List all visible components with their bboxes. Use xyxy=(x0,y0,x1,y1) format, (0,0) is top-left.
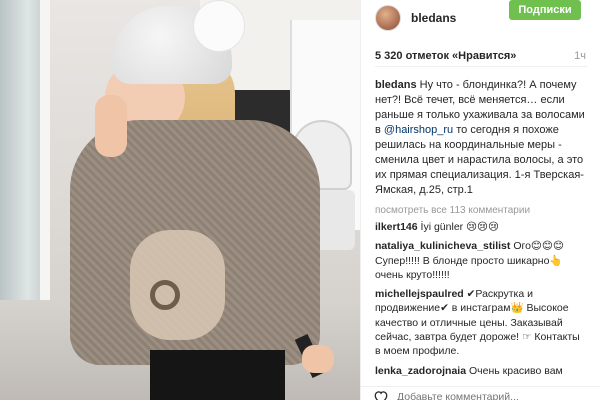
view-all-comments-link[interactable]: посмотреть все 113 комментарии xyxy=(375,205,530,216)
comment-username[interactable]: michellejspaulred xyxy=(375,288,464,300)
divider xyxy=(375,66,587,67)
comment-text: İyi günler 😢😢😢 xyxy=(420,221,499,233)
add-comment-input[interactable] xyxy=(397,390,587,400)
hat-pompom xyxy=(193,0,245,52)
heart-icon[interactable] xyxy=(373,390,389,400)
hand-with-lipstick xyxy=(95,95,127,157)
avatar[interactable] xyxy=(375,5,401,31)
post-photo[interactable] xyxy=(0,0,360,400)
comment-bar xyxy=(361,386,600,400)
leggings xyxy=(150,350,285,400)
comment-item: ilkert146 İyi günler 😢😢😢 xyxy=(375,220,587,234)
sweater-motif xyxy=(130,230,225,340)
follow-button[interactable]: Подписки xyxy=(509,0,581,20)
sweater-motif-eye xyxy=(150,280,180,310)
likes-count[interactable]: 5 320 отметок «Нравится» xyxy=(375,50,587,62)
post-time[interactable]: 1ч xyxy=(574,50,586,62)
comment-text: Очень красиво вам xyxy=(468,364,563,377)
comment-username[interactable]: ilkert146 xyxy=(375,221,418,233)
comments-list: ilkert146 İyi günler 😢😢😢 nataliya_kulini… xyxy=(375,220,587,383)
post-caption: bledans Ну что - блондинка?! А почему не… xyxy=(375,78,587,198)
post-sidebar: bledans Подписки 5 320 отметок «Нравится… xyxy=(360,0,600,400)
hand-with-phone xyxy=(302,345,334,373)
comment-item: nataliya_kulinicheva_stilist Ого😊😊😊 Супе… xyxy=(375,239,587,282)
comment-username[interactable]: lenka_zadorojnaia xyxy=(375,365,466,377)
comment-username[interactable]: nataliya_kulinicheva_stilist xyxy=(375,240,510,252)
caption-mention-link[interactable]: @hairshop_ru xyxy=(384,124,453,136)
post-header: bledans Подписки xyxy=(361,0,600,36)
comment-item: lenka_zadorojnaia Очень красиво вам xyxy=(375,364,587,378)
comment-item: michellejspaulred ✔Раскрутка и продвижен… xyxy=(375,287,587,358)
caption-author[interactable]: bledans xyxy=(375,79,417,91)
author-username[interactable]: bledans xyxy=(411,11,456,25)
